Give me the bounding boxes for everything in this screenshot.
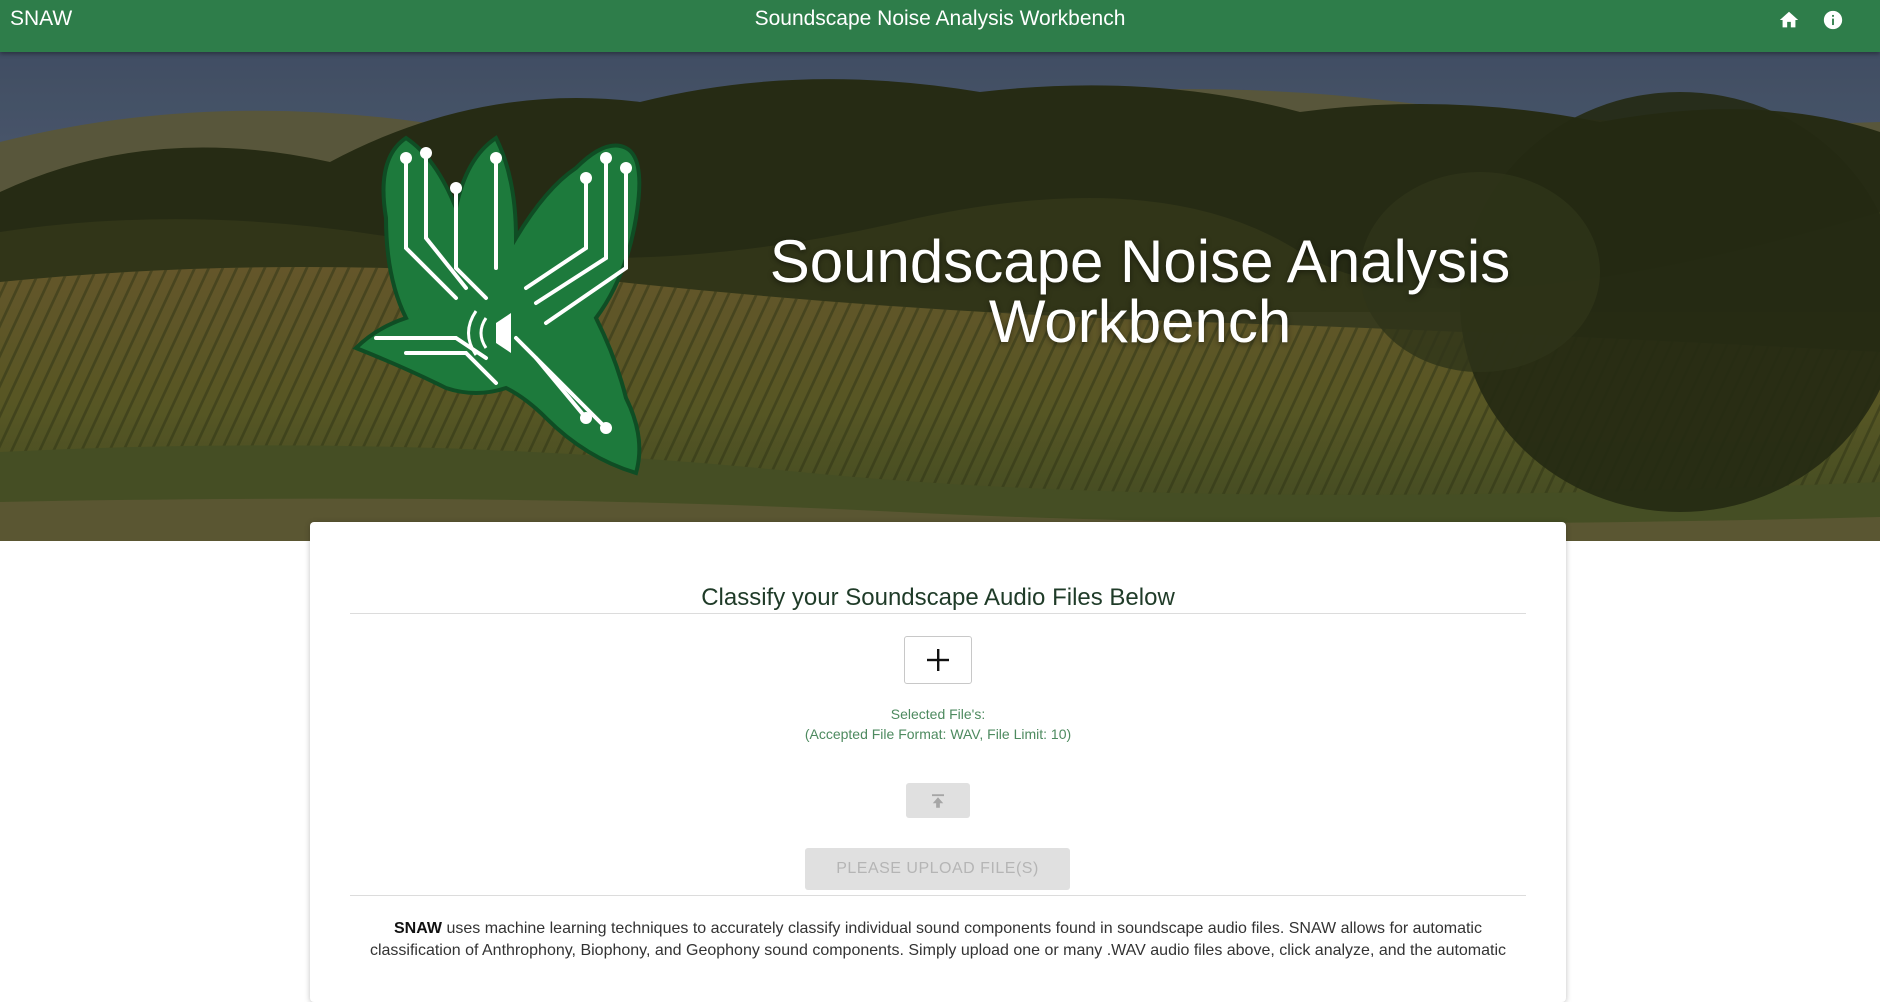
classify-heading: Classify your Soundscape Audio Files Bel…: [701, 584, 1175, 611]
description-text: SNAW uses machine learning techniques to…: [358, 918, 1518, 962]
classify-card: Classify your Soundscape Audio Files Bel…: [310, 522, 1566, 1002]
upload-icon: [932, 793, 944, 808]
upload-divider: [350, 895, 1526, 896]
upload-icon-button[interactable]: [906, 783, 970, 818]
app-bar-title: Soundscape Noise Analysis Workbench: [754, 7, 1126, 30]
app-bar: SNAW Soundscape Noise Analysis Workbench: [0, 0, 1880, 52]
file-info: Selected File's: (Accepted File Format: …: [350, 704, 1526, 744]
description-body: uses machine learning techniques to accu…: [369, 920, 1507, 959]
heading-divider: [350, 613, 1526, 614]
add-files-button[interactable]: [904, 636, 972, 684]
info-icon: [1823, 10, 1843, 30]
upload-files-button[interactable]: PLEASE UPLOAD FILE(S): [805, 848, 1070, 890]
accepted-formats-note: (Accepted File Format: WAV, File Limit: …: [804, 726, 1072, 742]
hero-banner: Soundscape Noise Analysis Workbench: [0, 52, 1880, 541]
hero-title: Soundscape Noise Analysis Workbench: [769, 228, 1511, 355]
plus-icon: [927, 649, 949, 671]
home-button[interactable]: [1775, 6, 1803, 34]
selected-files-label: Selected File's:: [890, 706, 986, 722]
circuit-bird-logo: [352, 135, 642, 476]
info-button[interactable]: [1819, 6, 1847, 34]
brand-link[interactable]: SNAW: [10, 0, 72, 38]
description-brand: SNAW: [394, 920, 442, 937]
home-icon: [1779, 11, 1799, 28]
